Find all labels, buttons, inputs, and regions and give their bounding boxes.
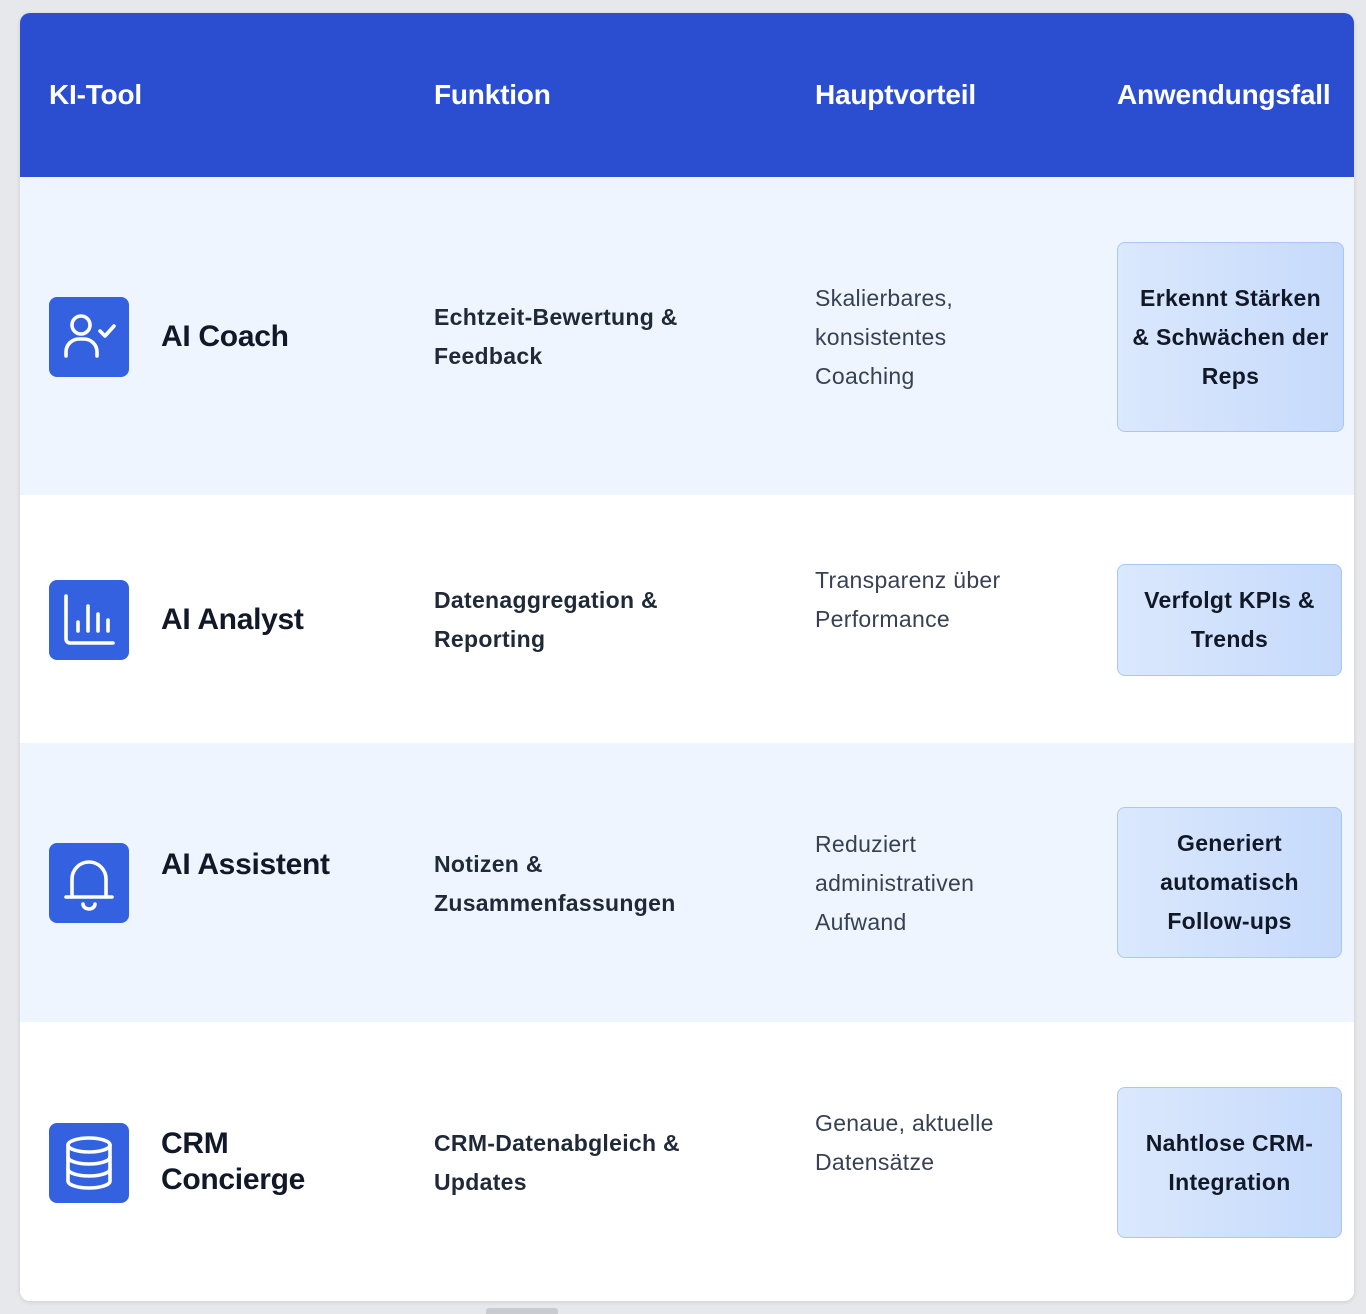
table-row: AI Analyst Datenaggregation & Reporting … [20,495,1354,743]
header-function: Funktion [434,79,551,110]
usecase-badge: Verfolgt KPIs & Trends [1117,564,1342,676]
tool-function: Echtzeit-Bewertung & Feedback [434,304,678,369]
tool-name: CRM Concierge [161,1127,306,1196]
bar-chart-icon [49,580,129,660]
table-row: AI Assistent Notizen & Zusammenfassungen… [20,743,1354,1022]
table-header: KI-Tool Funktion Hauptvorteil Anwendungs… [20,13,1354,177]
table-row: CRM Concierge CRM-Datenabgleich & Update… [20,1022,1354,1301]
comparison-table: KI-Tool Funktion Hauptvorteil Anwendungs… [20,13,1354,1301]
tool-name: AI Analyst [161,603,304,636]
tool-name: AI Assistent [161,848,330,881]
tool-benefit: Transparenz über Performance [815,567,1001,632]
tool-benefit: Skalierbares, konsistentes Coaching [815,285,954,389]
usecase-badge: Generiert automatisch Follow-ups [1117,807,1342,958]
header-usecase: Anwendungsfall [1117,79,1331,110]
tool-function: CRM-Datenabgleich & Updates [434,1130,680,1195]
database-icon [49,1123,129,1203]
scroll-handle[interactable] [486,1308,558,1314]
usecase-badge: Erkennt Stärken & Schwächen der Reps [1117,242,1344,432]
bell-icon [49,843,129,923]
tool-benefit: Genaue, aktuelle Datensätze [815,1110,994,1175]
tool-benefit: Reduziert administrativen Aufwand [815,831,975,935]
header-tool: KI-Tool [49,79,142,110]
tool-function: Datenaggregation & Reporting [434,587,658,652]
usecase-badge: Nahtlose CRM-Integration [1117,1087,1342,1238]
user-check-icon [49,297,129,377]
tool-function: Notizen & Zusammenfassungen [434,851,676,916]
tool-name: AI Coach [161,320,289,353]
table-row: AI Coach Echtzeit-Bewertung & Feedback S… [20,177,1354,495]
header-benefit: Hauptvorteil [815,79,976,110]
